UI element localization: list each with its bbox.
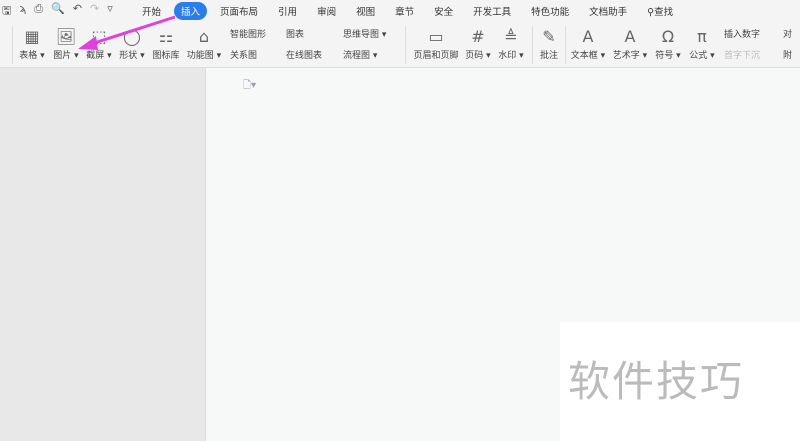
arrow-head [78, 36, 98, 50]
annotation-arrow [78, 15, 176, 50]
arrow-shaft [87, 15, 176, 47]
